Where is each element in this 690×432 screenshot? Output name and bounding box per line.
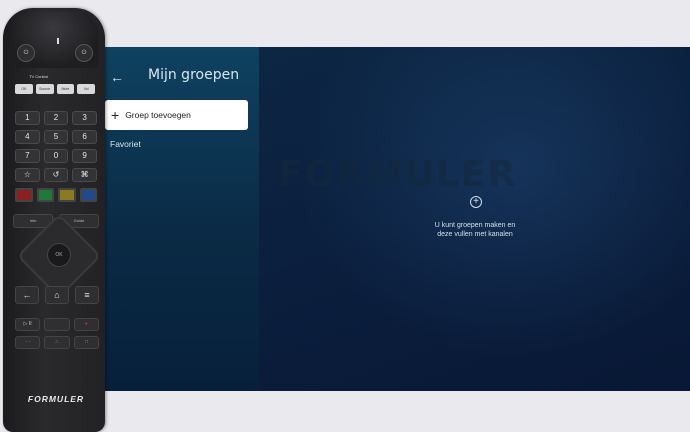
main-panel — [259, 47, 690, 391]
blue-key[interactable] — [79, 188, 97, 202]
tv-ok-key[interactable]: OK — [15, 84, 33, 94]
back-arrow-icon[interactable]: ← — [110, 69, 124, 85]
number-pad: 1 2 3 4 5 6 7 0 9 ☆ ↺ ⌘ — [15, 111, 97, 182]
tv-mute-key[interactable]: Mute — [56, 84, 75, 94]
sidebar: ← Mijn groepen + Groep toevoegen Favorie… — [100, 47, 259, 391]
group-key-icon[interactable]: ⌘ — [72, 168, 97, 182]
key-5[interactable]: 5 — [43, 130, 69, 144]
empty-state-plus-icon[interactable]: + — [470, 196, 482, 208]
sidebar-item-favorites[interactable]: Favoriet — [110, 139, 141, 149]
ok-key[interactable]: OK — [47, 243, 71, 267]
key-6[interactable]: 6 — [72, 130, 97, 144]
empty-state-line-1: U kunt groepen maken en — [434, 222, 516, 229]
key-9[interactable]: 9 — [72, 149, 97, 163]
power-right-icon[interactable]: ⏻ — [75, 44, 93, 62]
record-key-icon[interactable]: ● — [73, 318, 99, 331]
led-indicator — [57, 38, 59, 44]
key-7[interactable]: 7 — [15, 149, 40, 163]
page-title: Mijn groepen — [148, 67, 240, 83]
play-pause-key[interactable]: ▷ II — [15, 318, 41, 331]
tv-control-row: OK Source Mute Vol — [15, 84, 95, 94]
recall-key-icon[interactable]: ↺ — [43, 168, 69, 182]
nav-keys-row: ← ⌂ ≡ — [15, 286, 99, 304]
add-group-label: Groep toevoegen — [125, 110, 191, 120]
favorite-key-icon[interactable]: ☆ — [15, 168, 40, 182]
empty-state-message: U kunt groepen maken en deze vullen met … — [400, 221, 550, 239]
tv-screen: ← Mijn groepen + Groep toevoegen Favorie… — [100, 47, 690, 391]
plus-icon: + — [111, 107, 120, 123]
playback-row: ▷ II ● — [15, 318, 99, 331]
yellow-key[interactable] — [58, 188, 76, 202]
power-left-icon[interactable]: ⏻ — [17, 44, 35, 62]
remote-control: ⏻ ⏻ TV Control OK Source Mute Vol 1 2 3 … — [3, 8, 105, 432]
home-key-icon[interactable]: ⌂ — [45, 286, 69, 304]
tv-vol-key[interactable]: Vol — [77, 84, 95, 94]
tv-control-label: TV Control — [29, 74, 49, 79]
blank-key[interactable] — [44, 318, 70, 331]
add-group-button[interactable]: + Groep toevoegen — [105, 100, 248, 130]
background-glow — [259, 47, 690, 391]
tv-source-key[interactable]: Source — [35, 84, 54, 94]
key-1[interactable]: 1 — [15, 111, 40, 125]
key-3[interactable]: 3 — [72, 111, 97, 125]
back-key-icon[interactable]: ← — [15, 286, 39, 304]
watermark-logo: FORMULER — [278, 154, 518, 195]
bottom-key-1[interactable]: · · — [15, 336, 41, 349]
key-2[interactable]: 2 — [43, 111, 69, 125]
bottom-keys-row: · · ∴ ∷ — [15, 336, 99, 349]
key-4[interactable]: 4 — [15, 130, 40, 144]
color-keys — [15, 188, 97, 202]
remote-brand-logo: FORMULER — [27, 394, 85, 404]
bottom-key-2[interactable]: ∴ — [44, 336, 70, 349]
green-key[interactable] — [36, 188, 54, 202]
key-0[interactable]: 0 — [43, 149, 69, 163]
menu-key-icon[interactable]: ≡ — [75, 286, 99, 304]
empty-state-line-2: deze vullen met kanalen — [437, 231, 513, 238]
bottom-key-3[interactable]: ∷ — [73, 336, 99, 349]
red-key[interactable] — [15, 188, 33, 202]
